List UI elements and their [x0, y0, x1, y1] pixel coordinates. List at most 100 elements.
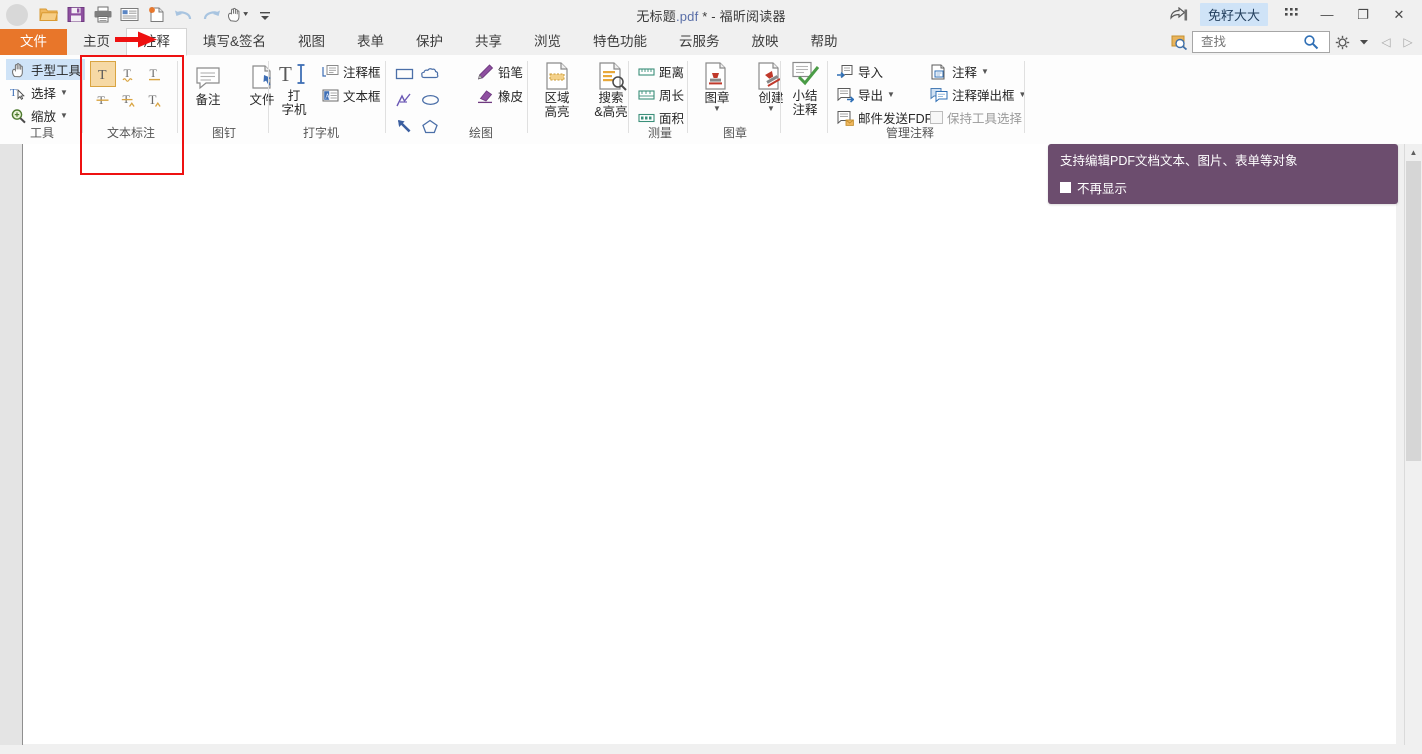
- ribbon-item-textbox[interactable]: A 文本框: [318, 85, 385, 106]
- distance-icon: [638, 65, 655, 79]
- ribbon-item-comments-list[interactable]: 注释 ▼: [926, 61, 993, 82]
- cloud-shape-icon[interactable]: [417, 61, 443, 87]
- ribbon-button-search-highlight[interactable]: 搜索 &高亮: [589, 61, 633, 119]
- ribbon-tabs: 文件主页注释填写&签名视图表单保护共享浏览特色功能云服务放映帮助: [0, 29, 854, 55]
- ribbon-group-label-manage-comments: 管理注释: [814, 124, 1006, 141]
- find-toolbar: ◁ ▷: [1170, 31, 1418, 53]
- ribbon-tab-8[interactable]: 浏览: [518, 29, 577, 55]
- svg-text:T: T: [150, 66, 158, 80]
- scroll-thumb[interactable]: [1406, 161, 1421, 461]
- ribbon-button-note[interactable]: 备注: [186, 63, 230, 107]
- gear-icon[interactable]: [1332, 31, 1352, 53]
- ribbon-group-label-typewriter: 打字机: [266, 124, 376, 141]
- ribbon-tab-2[interactable]: 注释: [126, 28, 187, 56]
- chevron-down-icon[interactable]: ▼: [981, 68, 989, 76]
- ribbon-item-label: 周长: [659, 85, 684, 104]
- ribbon-item-callout[interactable]: 注释框: [318, 61, 385, 82]
- ribbon-tab-11[interactable]: 放映: [736, 29, 795, 55]
- user-account-badge[interactable]: 免籽大大: [1200, 3, 1268, 26]
- zoom-icon: [10, 108, 27, 124]
- perimeter-icon: [638, 88, 655, 102]
- ribbon-tab-12[interactable]: 帮助: [795, 29, 854, 55]
- chevron-down-icon[interactable]: ▼: [713, 105, 721, 113]
- ribbon-group-label-text-markup: 文本标注: [88, 124, 174, 141]
- ellipse-shape-icon[interactable]: [417, 87, 443, 113]
- ribbon-tab-7[interactable]: 共享: [459, 29, 518, 55]
- ribbon-item-select[interactable]: T 选择 ▼: [6, 82, 72, 103]
- callout-icon: [322, 64, 339, 80]
- vertical-scrollbar[interactable]: ▲: [1404, 144, 1422, 754]
- close-button[interactable]: ✕: [1382, 4, 1416, 26]
- ribbon-tab-3[interactable]: 填写&签名: [187, 29, 282, 55]
- minimize-button[interactable]: —: [1310, 4, 1344, 26]
- replace-text-icon[interactable]: T: [116, 87, 142, 113]
- underline-icon[interactable]: T: [142, 61, 168, 87]
- ribbon-button-label: 文件: [249, 93, 274, 107]
- ribbon-item-label: 导出: [858, 85, 883, 104]
- ribbon-button-stamp[interactable]: 图章 ▼: [695, 61, 739, 113]
- svg-text:T: T: [279, 62, 292, 86]
- svg-text:T: T: [10, 87, 17, 99]
- ribbon-item-perimeter[interactable]: 周长: [634, 84, 688, 105]
- highlight-text-icon[interactable]: T: [90, 61, 116, 87]
- find-previous-button[interactable]: ◁: [1376, 31, 1396, 53]
- find-input[interactable]: [1199, 34, 1303, 50]
- ribbon-button-area-highlight[interactable]: 区域 高亮: [535, 61, 579, 119]
- ribbon-group-label-pin-visible: 图钉: [182, 124, 266, 141]
- ribbon-item-label: 铅笔: [498, 62, 523, 81]
- ribbon-item-export[interactable]: 导出 ▼: [832, 84, 899, 105]
- find-dropdown-caret[interactable]: [1354, 31, 1374, 53]
- ribbon-tab-4[interactable]: 视图: [282, 29, 341, 55]
- pencil-icon: [477, 64, 494, 80]
- chevron-down-icon[interactable]: ▼: [60, 89, 68, 97]
- ribbon-tab-10[interactable]: 云服务: [663, 29, 736, 55]
- ribbon-button-typewriter[interactable]: T 打 字机: [274, 61, 314, 117]
- ribbon-button-label-line2: 字机: [281, 103, 306, 117]
- find-next-button[interactable]: ▷: [1398, 31, 1418, 53]
- chevron-down-icon[interactable]: ▼: [887, 91, 895, 99]
- find-input-wrapper[interactable]: [1192, 31, 1330, 53]
- share-icon[interactable]: [1166, 4, 1192, 26]
- squiggly-underline-icon[interactable]: T: [116, 61, 142, 87]
- comments-list-icon: [930, 64, 948, 80]
- chevron-down-icon[interactable]: ▼: [767, 105, 775, 113]
- ribbon-item-zoom[interactable]: 缩放 ▼: [6, 105, 72, 126]
- maximize-button[interactable]: ❐: [1346, 4, 1380, 26]
- checkbox-icon[interactable]: [930, 111, 943, 124]
- rectangle-shape-icon[interactable]: [391, 61, 417, 87]
- ribbon-tab-6[interactable]: 保护: [400, 29, 459, 55]
- search-icon[interactable]: [1303, 34, 1319, 50]
- checkbox-icon[interactable]: [1060, 182, 1071, 193]
- ribbon-tab-0[interactable]: 文件: [0, 29, 67, 55]
- ribbon-item-comment-popup[interactable]: 注释弹出框 ▼: [926, 84, 1030, 105]
- textbox-icon: A: [322, 88, 339, 104]
- window-controls: 免籽大大 — ❐ ✕: [1166, 0, 1416, 29]
- notification-dont-show-row[interactable]: 不再显示: [1060, 178, 1386, 197]
- ribbon-item-distance[interactable]: 距离: [634, 61, 688, 82]
- ribbon-button-summarize-comments[interactable]: 小结 注释: [784, 61, 826, 117]
- strikeout-icon[interactable]: T: [90, 87, 116, 113]
- svg-text:T: T: [148, 92, 156, 107]
- svg-text:A: A: [325, 92, 330, 100]
- grid-icon[interactable]: [1274, 4, 1308, 26]
- insert-text-icon[interactable]: T: [142, 87, 168, 113]
- ribbon-item-hand-tool[interactable]: 手型工具: [6, 59, 85, 80]
- ribbon-item-eraser[interactable]: 橡皮: [473, 85, 527, 106]
- ribbon-group-stamp: 图章 ▼ 创建 ▼ 图: [691, 55, 779, 144]
- pdf-page[interactable]: [23, 144, 1396, 744]
- ribbon-button-label-line1: 小结: [792, 89, 817, 103]
- scroll-up-arrow[interactable]: ▲: [1405, 144, 1422, 161]
- image-search-icon[interactable]: [1170, 31, 1190, 53]
- window-title-name: 无标题: [636, 9, 676, 24]
- ribbon-tab-9[interactable]: 特色功能: [577, 29, 663, 55]
- chevron-down-icon[interactable]: ▼: [60, 112, 68, 120]
- svg-text:T: T: [124, 66, 132, 80]
- ribbon-item-pencil[interactable]: 铅笔: [473, 61, 527, 82]
- ribbon-item-import[interactable]: 导入: [832, 61, 887, 82]
- chevron-down-icon[interactable]: ▼: [1019, 91, 1027, 99]
- ribbon-tab-1[interactable]: 主页: [67, 29, 126, 55]
- polyline-shape-icon[interactable]: [391, 87, 417, 113]
- ribbon-group-label-measure: 测量: [632, 124, 688, 141]
- ribbon-tab-5[interactable]: 表单: [341, 29, 400, 55]
- navigation-panel-strip[interactable]: [0, 144, 23, 749]
